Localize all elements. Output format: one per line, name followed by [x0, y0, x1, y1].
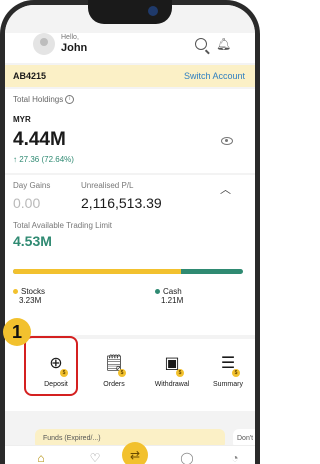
total-holdings-label: Total Holdings i [13, 95, 75, 105]
stocks-legend: Stocks [13, 287, 45, 296]
promo-card-text: Funds (Expired/...) [43, 435, 101, 442]
unrealised-value: 2,116,513.39 [81, 195, 162, 211]
withdrawal-label: Withdrawal [154, 381, 190, 388]
cash-dot-icon [155, 289, 160, 295]
bell-icon[interactable]: 🔔︎ [216, 37, 231, 51]
greeting: Hello, [61, 34, 79, 41]
cash-value: 1.21M [161, 296, 184, 305]
bottom-nav: ⌂ ♡ ⇄ ◯ ◔ [5, 442, 255, 464]
camera-icon [148, 6, 158, 16]
withdrawal-icon: ▣ $ [162, 353, 184, 377]
currency: MYR [13, 115, 31, 124]
holdings-card: Total Holdings i MYR 4.44M ↑ 27.36 (72.64… [5, 89, 255, 173]
cash-label: Cash [163, 287, 182, 296]
trading-limit-label: Total Available Trading Limit [13, 221, 113, 230]
stocks-label: Stocks [21, 287, 46, 296]
summary-button[interactable]: ☰ $ Summary [203, 339, 253, 411]
watchlist-icon[interactable]: ♡ [87, 450, 103, 464]
promo-card-2-text: Don't [237, 435, 254, 442]
coin-icon: $ [232, 369, 240, 377]
portfolio-icon[interactable]: ◔ [227, 450, 243, 464]
orders-button[interactable]: 🗒︎ $ Orders [89, 339, 139, 411]
header: Hello, John 🔔︎ [5, 33, 255, 63]
summary-card: Day Gains Unrealised P/L ︿ 0.00 2,116,51… [5, 175, 255, 335]
stocks-value: 3.23M [19, 296, 42, 305]
deposit-highlight [24, 336, 78, 396]
account-number: AB4215 [13, 71, 47, 81]
allocation-bar [13, 269, 243, 274]
trading-limit-value: 4.53M [13, 233, 52, 249]
ideas-icon[interactable]: ◯ [179, 450, 195, 464]
holdings-change: ↑ 27.36 (72.64%) [13, 155, 74, 164]
phone-notch [88, 0, 172, 24]
search-icon[interactable] [195, 38, 207, 50]
info-icon[interactable]: i [65, 95, 75, 105]
unrealised-label: Unrealised P/L [81, 181, 134, 190]
coin-icon: $ [118, 369, 126, 377]
allocation-stocks-fill [13, 269, 181, 274]
account-bar: AB4215 Switch Account [5, 65, 255, 87]
day-gains-value: 0.00 [13, 195, 41, 211]
home-icon[interactable]: ⌂ [33, 450, 49, 464]
day-gains-label: Day Gains [13, 181, 51, 190]
stocks-dot-icon [13, 289, 18, 295]
user-name: John [61, 42, 88, 54]
step-badge: 1 [3, 318, 31, 346]
coin-icon: $ [176, 369, 184, 377]
trade-icon[interactable]: ⇄ [122, 442, 148, 464]
holdings-amount: 4.44M [13, 129, 66, 150]
summary-label: Summary [213, 381, 243, 388]
chevron-up-icon[interactable]: ︿ [220, 181, 231, 197]
cash-legend: Cash [155, 287, 182, 296]
orders-icon: 🗒︎ $ [104, 355, 126, 377]
total-holdings-text: Total Holdings [13, 95, 64, 104]
eye-icon[interactable] [221, 137, 233, 145]
withdrawal-button[interactable]: ▣ $ Withdrawal [147, 339, 197, 411]
summary-icon: ☰ $ [218, 353, 240, 377]
switch-account-link[interactable]: Switch Account [184, 71, 245, 81]
orders-label: Orders [103, 381, 125, 388]
avatar[interactable] [33, 33, 55, 55]
